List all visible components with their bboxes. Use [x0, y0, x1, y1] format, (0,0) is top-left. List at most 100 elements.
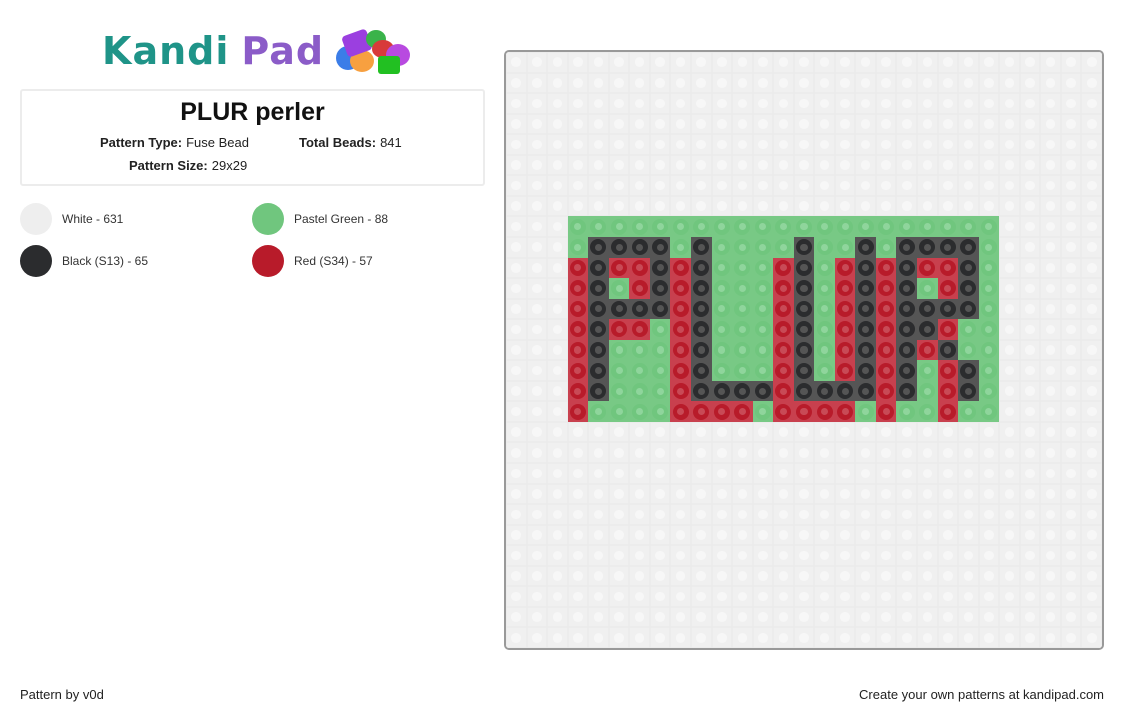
bead-ring [775, 444, 792, 461]
bead-ring [878, 383, 895, 400]
bead-white [896, 565, 918, 587]
bead-hole [552, 345, 563, 355]
bead-hole [860, 57, 871, 68]
bead-white [752, 545, 774, 566]
bead-hole [901, 550, 912, 561]
bead-white [773, 483, 794, 505]
bead-ring [1063, 547, 1080, 564]
bead-hole [1004, 345, 1015, 355]
bead-hole [656, 264, 664, 272]
bead-white [875, 113, 897, 135]
bead-hole [532, 139, 542, 150]
bead-ring [652, 136, 669, 153]
bead-ring [878, 403, 895, 420]
bead-hole [1004, 139, 1015, 150]
bead-hole [574, 264, 582, 272]
bead-ring [775, 547, 792, 564]
bead-hole [1025, 324, 1035, 335]
bead-black [649, 278, 671, 299]
bead-ring [1063, 383, 1080, 400]
bead-white [1040, 421, 1061, 443]
bead-hole [511, 468, 522, 479]
bead-white [629, 72, 650, 94]
bead-ring [837, 54, 854, 71]
bead-hole [1086, 571, 1097, 581]
bead-hole [860, 447, 871, 458]
bead-white [793, 565, 815, 587]
bead-hole [901, 427, 912, 437]
bead-ring [919, 280, 936, 297]
kandipad-link[interactable]: Create your own patterns at kandipad.com [859, 687, 1104, 702]
bead-white [588, 421, 609, 443]
bead-ring [693, 341, 710, 358]
bead-red [834, 298, 856, 320]
bead-hole [696, 180, 707, 191]
bead-hole [841, 325, 849, 333]
bead-hole [903, 387, 911, 395]
bead-ring [837, 362, 854, 379]
bead-ring [528, 177, 545, 194]
bead-ring [631, 362, 648, 379]
bead-hole [819, 509, 830, 520]
bead-ring [898, 465, 915, 482]
bead-hole [655, 447, 665, 458]
bead-ring [1063, 403, 1080, 420]
bead-hole [511, 632, 522, 643]
bead-ring [857, 609, 874, 626]
bead-hole [634, 98, 645, 109]
bead-white [793, 545, 815, 566]
bead-hole [696, 78, 707, 88]
bead-hole [799, 612, 809, 622]
bead-white [690, 463, 712, 484]
bead-ring [1063, 506, 1080, 523]
bead-hole [903, 243, 911, 251]
bead-pastel-green [649, 216, 671, 237]
bead-white [670, 504, 691, 525]
bead-ring [795, 280, 812, 297]
bead-hole [593, 119, 604, 129]
bead-ring [939, 218, 956, 235]
bead-ring [693, 280, 710, 297]
bead-hole [841, 408, 849, 416]
bead-hole [634, 468, 645, 479]
bead-ring [816, 136, 833, 153]
bead-hole [903, 264, 911, 272]
bead-ring [569, 424, 586, 441]
bead-ring [693, 403, 710, 420]
bead-ring [795, 95, 812, 112]
bead-white [1060, 339, 1082, 361]
bead-ring [837, 588, 854, 605]
bead-hole [1066, 509, 1076, 520]
bead-hole [862, 408, 870, 416]
bead-ring [1063, 115, 1080, 132]
bead-ring [837, 136, 854, 153]
bead-white [1019, 319, 1041, 340]
bead-ring [631, 424, 648, 441]
bead-white [752, 442, 774, 464]
bead-ring [693, 157, 710, 174]
bead-ring [1001, 259, 1018, 276]
bead-ring [693, 95, 710, 112]
bead-white [896, 463, 918, 484]
bead-ring [1042, 239, 1059, 256]
bead-white [1081, 319, 1102, 340]
bead-ring [734, 444, 751, 461]
bead-hole [615, 346, 623, 354]
bead-ring [1001, 177, 1018, 194]
bead-pastel-green [752, 278, 774, 299]
bead-hole [985, 387, 993, 395]
bead-white [814, 93, 835, 114]
bead-white [1040, 339, 1061, 361]
bead-hole [1025, 571, 1035, 581]
bead-hole [943, 468, 953, 479]
bead-ring [980, 198, 997, 215]
bead-hole [1025, 365, 1035, 376]
bead-hole [778, 571, 789, 581]
bead-ring [549, 341, 566, 358]
bead-white [1040, 380, 1061, 402]
bead-hole [573, 139, 583, 150]
bead-hole [1025, 201, 1035, 211]
kandipad-logo[interactable]: Kandi Pad [102, 26, 411, 76]
bead-ring [734, 341, 751, 358]
bead-white [1081, 298, 1102, 320]
